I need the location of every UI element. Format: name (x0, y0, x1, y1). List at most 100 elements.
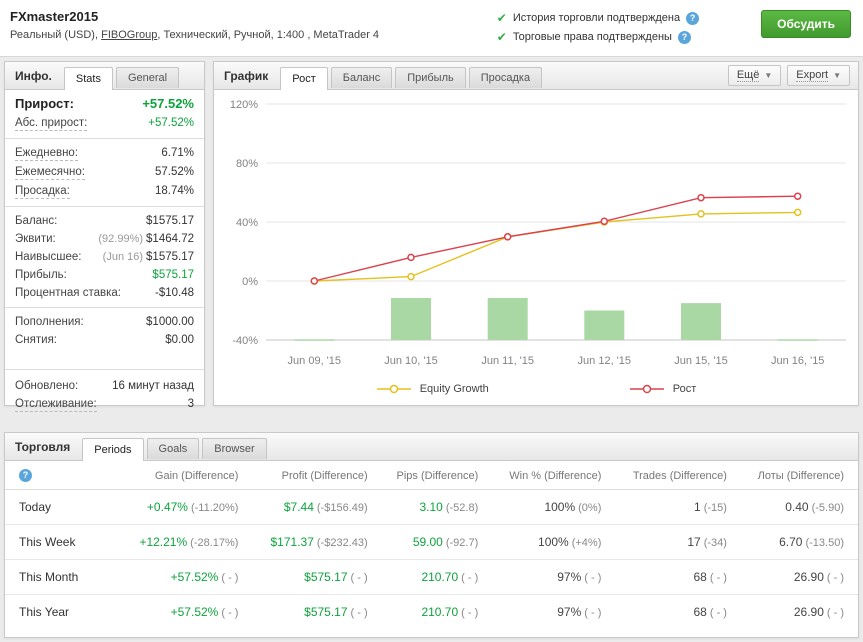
cell-profit: $171.37(-$232.43) (248, 525, 377, 560)
cell-trades: 1(-15) (611, 490, 737, 525)
svg-text:0%: 0% (242, 276, 258, 288)
info-value: $0.00 (165, 333, 194, 347)
info-label: Абс. прирост: (15, 116, 87, 131)
tab-periods[interactable]: Periods (82, 438, 143, 461)
tab-goals[interactable]: Goals (147, 438, 200, 459)
chart-actions: Ещё▼ Export ▼ (728, 65, 850, 86)
chart-x-labels: Jun 09, '15Jun 10, '15Jun 11, '15Jun 12,… (288, 355, 825, 367)
info-value: 3 (188, 397, 194, 411)
info-icon[interactable]: ? (678, 31, 691, 44)
table-row-today: Today +0.47%(-11.20%) $7.44(-$156.49) 3.… (5, 490, 858, 525)
cell-lots: 26.90( - ) (737, 560, 858, 595)
col-trades: Trades (Difference) (611, 461, 737, 490)
info-icon[interactable]: ? (686, 12, 699, 25)
cell-trades: 17(-34) (611, 525, 737, 560)
tab-growth[interactable]: Рост (280, 67, 328, 90)
info-label: Отслеживание: (15, 397, 97, 412)
info-row-deposits: Пополнения: $1000.00 (5, 313, 204, 331)
tab-general[interactable]: General (116, 67, 179, 88)
svg-text:80%: 80% (236, 158, 258, 170)
cell-trades: 68( - ) (611, 560, 737, 595)
history-verified-label: История торговли подтверждена (513, 12, 680, 24)
info-row-balance: Баланс: $1575.17 (5, 212, 204, 230)
legend-item-equity-growth[interactable]: Equity Growth (376, 383, 489, 395)
chart-panel: График Рост Баланс Прибыль Просадка Ещё▼… (213, 61, 859, 406)
col-lots: Лоты (Difference) (737, 461, 858, 490)
trading-panel: Торговля Periods Goals Browser ? Gain (D… (4, 432, 859, 638)
info-label: Баланс: (15, 214, 57, 228)
info-value: $1000.00 (146, 315, 194, 329)
cell-lots: 6.70(-13.50) (737, 525, 858, 560)
trading-panel-header: Торговля Periods Goals Browser (5, 433, 858, 461)
divider (5, 206, 204, 207)
info-row-highest: Наивысшее: (Jun 16)$1575.17 (5, 248, 204, 266)
cell-win: 100%(+4%) (488, 525, 611, 560)
chevron-down-icon: ▼ (764, 71, 772, 80)
chart-grid: 120%80%40%0%-40% (230, 99, 846, 347)
table-row-this-month: This Month +57.52%( - ) $575.17( - ) 210… (5, 560, 858, 595)
info-value: -$10.48 (155, 286, 194, 300)
divider (5, 307, 204, 308)
svg-text:120%: 120% (230, 99, 258, 111)
chart-series-1 (311, 193, 800, 284)
info-panel-title: Инфо. (15, 69, 52, 83)
period-label: This Month (5, 560, 117, 595)
chevron-down-icon: ▼ (833, 71, 841, 80)
discuss-button[interactable]: Обсудить (761, 10, 851, 38)
info-row-updated: Обновлено: 16 минут назад (5, 377, 204, 395)
info-row-profit: Прибыль: $575.17 (5, 266, 204, 284)
trading-tabs: Periods Goals Browser (82, 438, 266, 461)
info-row-drawdown: Просадка: 18.74% (5, 182, 204, 201)
divider (5, 138, 204, 139)
svg-text:Jun 09, '15: Jun 09, '15 (288, 355, 341, 367)
privileges-verified-label: Торговые права подтверждены (513, 31, 672, 43)
highest-amount: $1575.17 (146, 251, 194, 263)
cell-win: 100%(0%) (488, 490, 611, 525)
chart-panel-title: График (224, 69, 268, 83)
info-value: +57.52% (148, 116, 194, 130)
info-label: Ежедневно: (15, 146, 78, 161)
broker-link[interactable]: FIBOGroup (101, 29, 157, 41)
col-win: Win % (Difference) (488, 461, 611, 490)
info-panel-header: Инфо. Stats General (5, 62, 204, 90)
export-label: Export (796, 69, 828, 82)
legend-marker-icon (629, 383, 665, 395)
svg-text:Jun 10, '15: Jun 10, '15 (384, 355, 437, 367)
account-identity: FXmaster2015 Реальный (USD), FIBOGroup, … (10, 9, 379, 41)
col-pips: Pips (Difference) (378, 461, 489, 490)
info-row-tracking: Отслеживание: 3 (5, 395, 204, 414)
tab-browser[interactable]: Browser (202, 438, 266, 459)
tab-balance[interactable]: Баланс (331, 67, 392, 88)
info-row-equity: Эквити: (92.99%)$1464.72 (5, 230, 204, 248)
cell-gain: +0.47%(-11.20%) (117, 490, 248, 525)
highest-date: (Jun 16) (103, 251, 143, 263)
growth-chart: 120%80%40%0%-40%Jun 09, '15Jun 10, '15Ju… (214, 92, 858, 374)
table-help-icon[interactable]: ? (19, 469, 32, 482)
chart-tabs: Рост Баланс Прибыль Просадка (280, 67, 542, 90)
cell-pips: 210.70( - ) (378, 595, 489, 630)
table-row-this-week: This Week +12.21%(-28.17%) $171.37(-$232… (5, 525, 858, 560)
account-type-text: Реальный (USD), (10, 29, 101, 41)
info-value: +57.52% (142, 96, 194, 112)
info-value: (92.99%)$1464.72 (98, 232, 194, 246)
tab-profit[interactable]: Прибыль (395, 67, 466, 88)
equity-percent: (92.99%) (98, 233, 143, 245)
svg-text:Jun 11, '15: Jun 11, '15 (481, 355, 534, 367)
info-label: Обновлено: (15, 379, 78, 393)
equity-amount: $1464.72 (146, 233, 194, 245)
info-row-abs-gain: Абс. прирост: +57.52% (5, 114, 204, 133)
tab-stats[interactable]: Stats (64, 67, 113, 90)
period-label: Today (5, 490, 117, 525)
legend-item-growth[interactable]: Рост (629, 383, 697, 395)
tab-drawdown[interactable]: Просадка (469, 67, 542, 88)
legend-marker-icon (376, 383, 412, 395)
chart-series-0 (311, 209, 800, 284)
more-dropdown[interactable]: Ещё▼ (728, 65, 781, 86)
verification-badges: ✔ История торговли подтверждена ? ✔ Торг… (497, 9, 699, 44)
svg-text:Jun 16, '15: Jun 16, '15 (771, 355, 824, 367)
export-dropdown[interactable]: Export ▼ (787, 65, 850, 86)
info-label: Просадка: (15, 184, 70, 199)
period-label: This Week (5, 525, 117, 560)
info-label: Ежемесячно: (15, 165, 85, 180)
info-value: $575.17 (152, 268, 194, 282)
